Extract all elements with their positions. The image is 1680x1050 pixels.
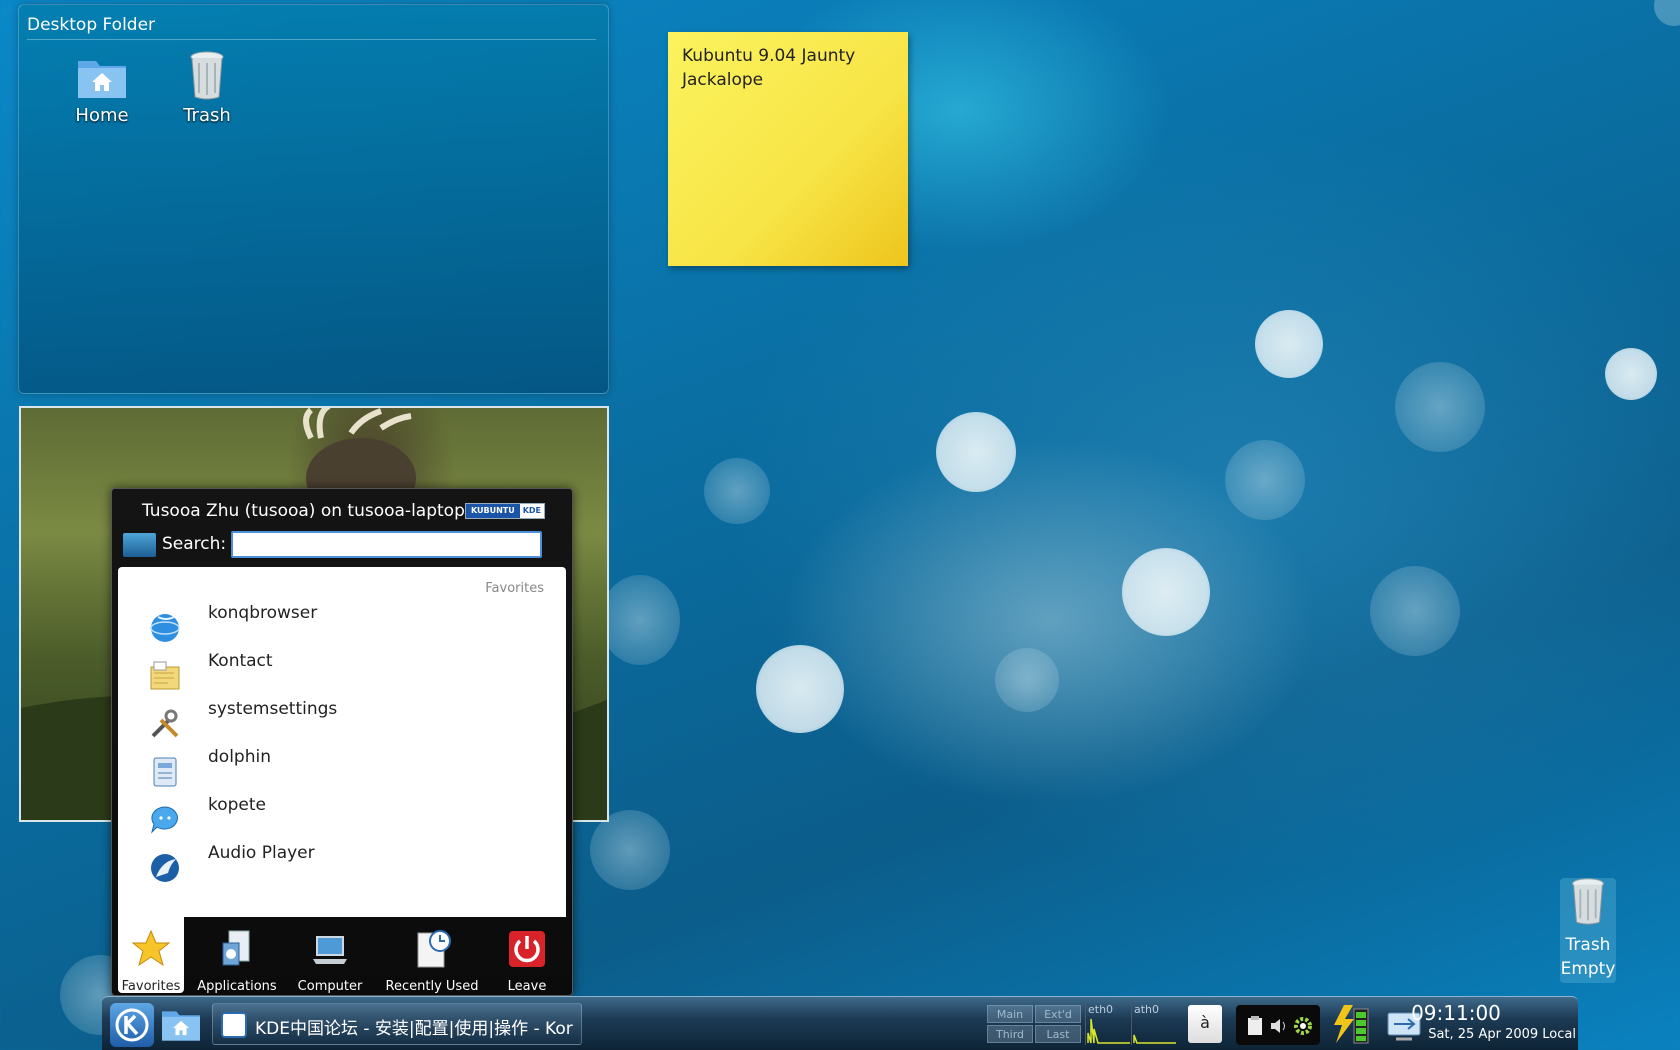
tab-label: Applications <box>197 979 277 994</box>
tab-computer[interactable]: Computer <box>286 917 374 994</box>
trash-icon <box>190 51 224 100</box>
tools-icon <box>151 709 179 738</box>
tab-leave[interactable]: Leave <box>494 917 560 994</box>
cashew-toolbox-button[interactable] <box>1654 0 1680 26</box>
favorite-item-dolphin[interactable]: dolphin <box>142 747 562 793</box>
search-input[interactable] <box>231 531 542 558</box>
audio-player-icon <box>151 854 179 882</box>
logo-text: KDE <box>522 506 541 515</box>
kubuntu-logo: KUBUNTU KDE <box>465 503 545 519</box>
applications-icon <box>222 930 250 966</box>
trash-icon <box>1572 878 1604 925</box>
desktop-icon-home[interactable]: Home <box>52 53 152 126</box>
trash-status: Empty <box>1560 959 1616 979</box>
divider <box>27 39 596 40</box>
bokeh-light <box>1370 566 1460 656</box>
tab-label: Recently Used <box>385 979 479 994</box>
desktop-folder-widget: Desktop Folder Home Trash <box>18 4 609 394</box>
task-item-konqueror[interactable]: KDE中国论坛 - 安装|配置|使用|操作 - Kor <box>212 1003 582 1045</box>
favorite-label: Kontact <box>208 651 273 671</box>
net-label: ath0 <box>1134 1003 1160 1016</box>
contacts-icon <box>150 661 180 690</box>
bokeh-light <box>936 412 1016 492</box>
net-label: eth0 <box>1088 1003 1114 1016</box>
favorite-item-konqbrowser[interactable]: konqbrowser <box>142 603 562 649</box>
home-folder-icon <box>78 61 126 98</box>
trash-label: Trash <box>1565 935 1611 955</box>
konqueror-icon <box>221 1012 247 1038</box>
tab-favorites[interactable]: Favorites <box>118 917 184 994</box>
clock-date[interactable]: Sat, 25 Apr 2009 Local <box>1340 1027 1576 1042</box>
tab-recently-used[interactable]: Recently Used <box>380 917 484 994</box>
chat-icon <box>151 806 178 834</box>
tab-label: Favorites <box>121 979 181 994</box>
bokeh-light <box>1605 348 1657 400</box>
system-tray <box>1236 1005 1320 1045</box>
favorite-label: dolphin <box>208 747 271 767</box>
bokeh-light <box>1255 310 1323 378</box>
kickoff-tab-bar: Favorites Applications Computer Recently… <box>118 917 566 994</box>
volume-icon[interactable] <box>1268 1015 1290 1037</box>
clock-time[interactable]: 09:11:00 <box>1356 1001 1556 1025</box>
tab-label: Computer <box>297 979 363 994</box>
favorite-item-audio-player[interactable]: Audio Player <box>142 843 562 889</box>
bokeh-light <box>1122 548 1210 636</box>
pager-desktop[interactable]: Third <box>987 1025 1033 1043</box>
bokeh-light <box>590 810 670 890</box>
home-folder-icon <box>162 1011 200 1041</box>
pager-desktop[interactable]: Ext'd <box>1035 1005 1081 1023</box>
favorite-label: Audio Player <box>208 843 315 863</box>
kickoff-menu: Tusooa Zhu (tusooa) on tusooa-laptop KUB… <box>111 488 573 996</box>
logo-text: KUBUNTU <box>466 504 520 518</box>
section-header: Favorites <box>485 581 544 596</box>
search-icon <box>123 533 156 557</box>
favorites-list: Favorites konqbrowser Kontact systemsett… <box>118 567 566 917</box>
favorite-item-kopete[interactable]: kopete <box>142 795 562 841</box>
favorite-label: kopete <box>208 795 267 815</box>
pager-desktop[interactable]: Last <box>1035 1025 1081 1043</box>
file-manager-icon <box>153 757 177 787</box>
kde-logo-icon <box>115 1008 149 1042</box>
note-line: Kubuntu 9.04 Jaunty <box>682 46 856 66</box>
task-title: KDE中国论坛 - 安装|配置|使用|操作 - Kor <box>255 1019 573 1039</box>
power-icon <box>509 931 545 967</box>
bokeh-light <box>600 575 680 665</box>
bokeh-light <box>1225 440 1305 520</box>
star-icon <box>131 929 171 967</box>
note-line: Jackalope <box>682 70 764 90</box>
favorite-item-systemsettings[interactable]: systemsettings <box>142 699 562 745</box>
bokeh-light <box>1395 362 1485 452</box>
desktop-icon-label: Home <box>75 105 129 126</box>
sticky-note[interactable]: Kubuntu 9.04 Jaunty Jackalope <box>668 32 908 266</box>
keyboard-layout-indicator[interactable]: à <box>1188 1005 1222 1043</box>
taskbar-panel: KDE中国论坛 - 安装|配置|使用|操作 - Kor Main Ext'd T… <box>102 996 1578 1050</box>
desktop-icon-trash[interactable]: Trash <box>157 49 257 126</box>
favorite-label: systemsettings <box>208 699 338 719</box>
recent-icon <box>417 930 451 968</box>
pager-desktop[interactable]: Main <box>987 1005 1033 1023</box>
tab-applications[interactable]: Applications <box>192 917 282 994</box>
bokeh-light <box>756 645 844 733</box>
tab-label: Leave <box>507 979 547 994</box>
settings-gear-icon[interactable] <box>1292 1015 1314 1037</box>
network-monitor-ath0[interactable]: ath0 <box>1131 1003 1176 1045</box>
clipboard-icon[interactable] <box>1244 1015 1266 1037</box>
home-launcher-button[interactable] <box>158 1005 204 1043</box>
trash-widget[interactable]: Trash Empty <box>1560 878 1616 983</box>
user-info: Tusooa Zhu (tusooa) on tusooa-laptop <box>142 501 465 521</box>
computer-icon <box>313 936 347 964</box>
bokeh-light <box>995 648 1059 712</box>
network-monitor-eth0[interactable]: eth0 <box>1085 1003 1130 1045</box>
search-label: Search: <box>162 534 227 554</box>
favorite-item-kontact[interactable]: Kontact <box>142 651 562 697</box>
globe-icon <box>150 614 180 642</box>
bokeh-light <box>704 458 770 524</box>
folder-title: Desktop Folder <box>27 15 156 35</box>
desktop-pager: Main Ext'd Third Last <box>987 1005 1083 1045</box>
desktop-icon-label: Trash <box>183 105 231 126</box>
kickoff-launcher-button[interactable] <box>110 1003 154 1047</box>
favorite-label: konqbrowser <box>208 603 318 623</box>
